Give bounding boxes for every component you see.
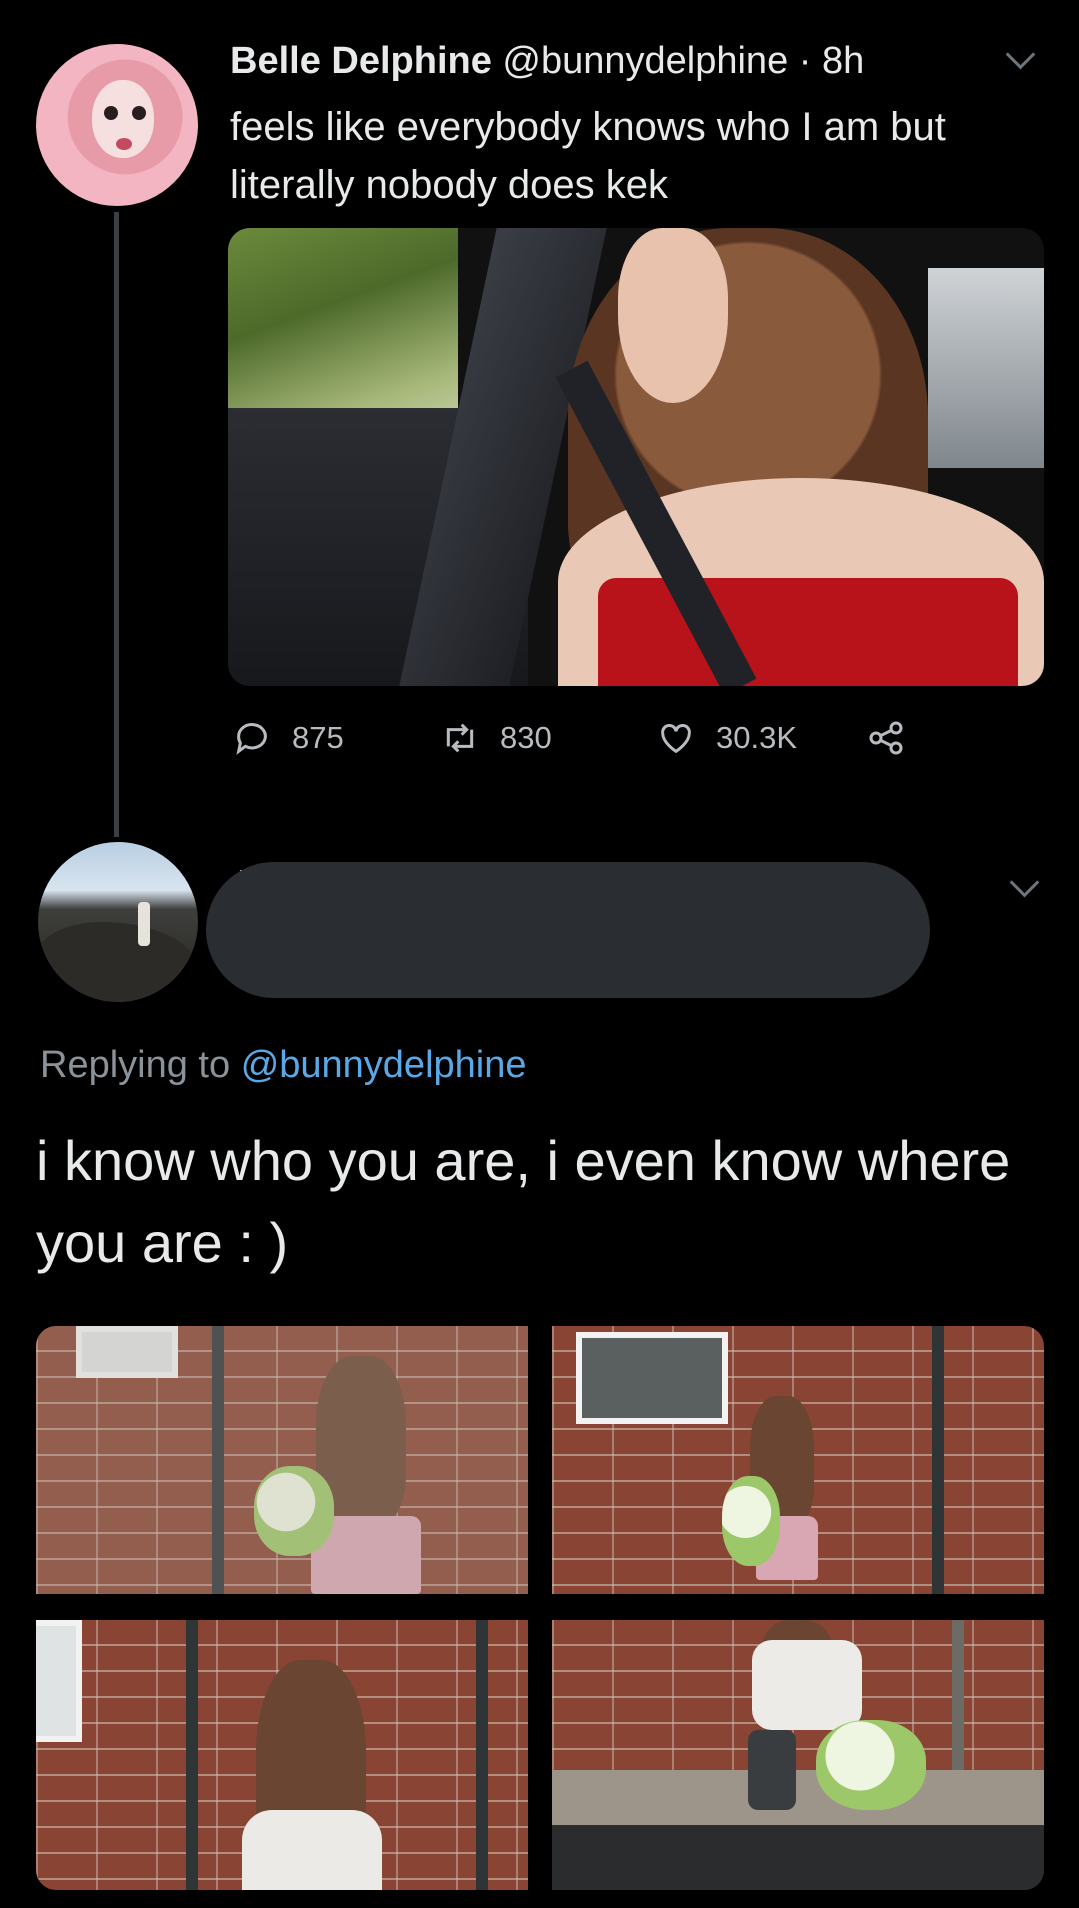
photo-dress [598,578,1018,686]
like-icon [661,724,691,754]
replier-avatar[interactable] [38,842,198,1002]
reply-text: i know who you are, i even know where yo… [36,1129,1011,1274]
photo-drainpipe [186,1620,198,1890]
retweet-icon [446,723,474,753]
reply-action[interactable]: 875 [232,718,344,758]
photo-rear-window [928,268,1044,468]
photo-bag [816,1720,926,1810]
photo-figure-top [242,1810,382,1890]
photo-face [618,228,728,403]
photo-figure-legs [748,1730,796,1810]
share-action[interactable] [866,718,906,758]
reply-count: 875 [292,720,344,755]
photo-figure-top [752,1640,862,1730]
like-action[interactable]: 30.3K [656,718,797,758]
avatar-eye [132,106,146,120]
retweet-count: 830 [500,720,552,755]
replying-prefix: Replying to [40,1044,231,1086]
more-chevron-icon[interactable] [1005,39,1036,70]
reply-photo-4[interactable] [552,1620,1044,1890]
replying-handle-link[interactable]: @bunnydelphine [241,1044,527,1086]
avatar-mouth [116,138,132,150]
redacted-name-bar [206,862,930,998]
reply-photo-1[interactable] [36,1326,528,1594]
photo-bag [722,1476,780,1566]
tweet-photo[interactable] [228,228,1044,686]
avatar-rocks [38,922,198,1002]
photo-pavement [552,1770,1044,1830]
tweet-actions: 875 830 30.3K [0,718,1079,778]
photo-drainpipe [476,1620,488,1890]
reply-photo-2[interactable] [552,1326,1044,1594]
photo-drainpipe [952,1620,964,1770]
photo-window [576,1332,728,1424]
photo-blur-overlay [36,1326,528,1594]
author-handle[interactable]: @bunnydelphine [502,40,788,82]
separator: · [798,40,812,82]
like-count: 30.3K [716,720,798,755]
replying-to: Replying to @bunnydelphine [40,1044,527,1087]
avatar-person [138,902,150,946]
avatar-eye [104,106,118,120]
reply-icon [236,723,267,755]
author-name[interactable]: Belle Delphine [230,40,492,82]
tweet-time[interactable]: 8h [822,40,864,82]
photo-car-window [228,228,458,428]
photo-drainpipe [932,1326,944,1594]
share-icon [869,721,903,755]
author-avatar[interactable] [36,44,198,206]
retweet-action[interactable]: 830 [440,718,552,758]
photo-window [36,1620,82,1742]
reply-photo-3[interactable] [36,1620,528,1890]
tweet-header: Belle Delphine @bunnydelphine · 8h [230,40,864,83]
photo-road [552,1825,1044,1890]
more-chevron-icon[interactable] [1009,867,1040,898]
tweet-text: feels like everybody knows who I am but … [230,105,946,207]
